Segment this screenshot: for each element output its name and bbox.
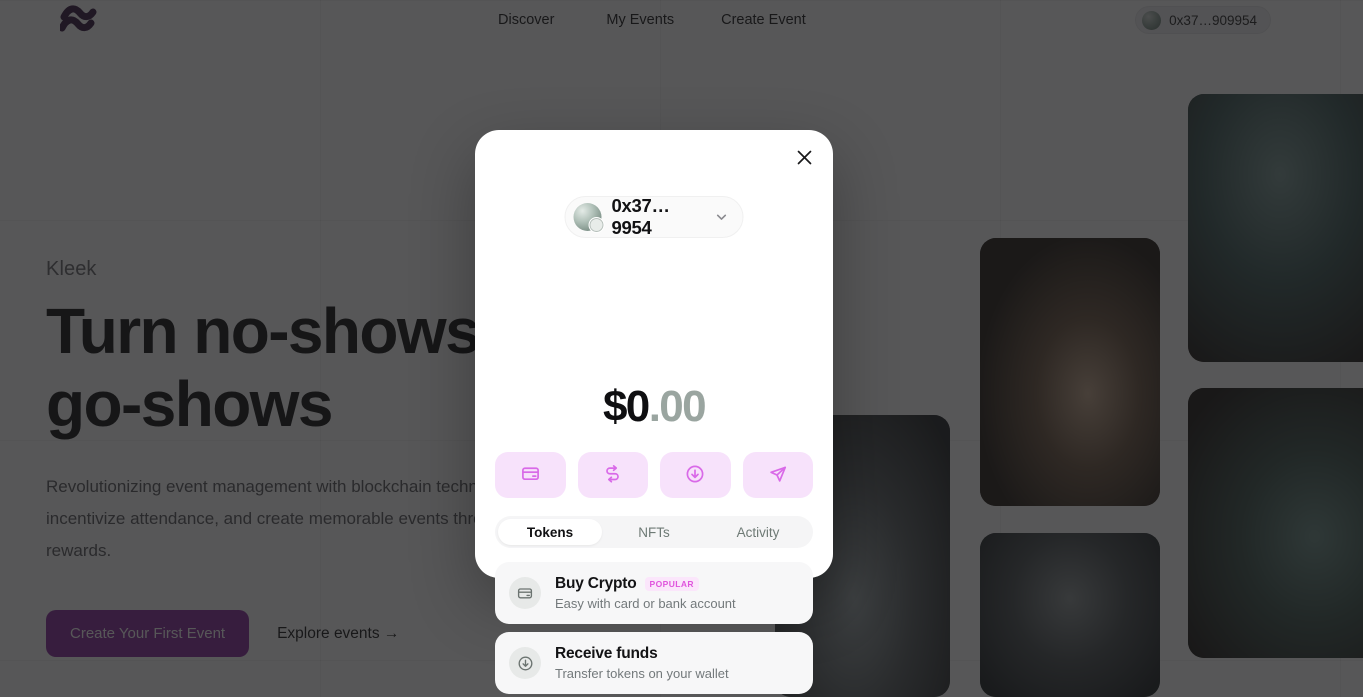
tab-nfts[interactable]: NFTs — [602, 519, 706, 545]
balance-cents: .00 — [648, 382, 707, 431]
quick-actions-row — [495, 452, 813, 498]
buy-action-button[interactable] — [495, 452, 566, 498]
credit-card-icon — [521, 464, 540, 486]
receive-funds-option[interactable]: Receive funds Transfer tokens on your wa… — [495, 632, 813, 694]
account-selector[interactable]: 0x37…9954 — [564, 195, 744, 238]
chevron-down-icon — [715, 210, 729, 224]
account-address: 0x37…9954 — [611, 195, 670, 238]
option-subtitle: Easy with card or bank account — [555, 596, 736, 611]
arrow-down-circle-icon — [509, 647, 541, 679]
swap-arrows-icon — [603, 464, 622, 486]
status-badge: POPULAR — [644, 577, 699, 591]
swap-action-button[interactable] — [577, 452, 648, 498]
credit-card-icon — [509, 577, 541, 609]
wallet-balance: $0.00 — [475, 385, 833, 429]
balance-whole: $0 — [602, 382, 650, 431]
option-title: Receive funds — [555, 645, 658, 662]
paper-plane-icon — [768, 464, 788, 487]
option-title: Buy Crypto — [555, 575, 637, 592]
wallet-tabs: Tokens NFTs Activity — [495, 516, 813, 548]
close-icon[interactable] — [789, 142, 819, 172]
option-subtitle: Transfer tokens on your wallet — [555, 666, 729, 681]
tab-activity[interactable]: Activity — [706, 519, 810, 545]
send-action-button[interactable] — [742, 452, 813, 498]
wallet-modal: 0x37…9954 $0.00 Tokens NFTs Activity Buy… — [475, 130, 833, 694]
wallet-avatar-icon — [573, 203, 605, 233]
funding-options-list: Buy Crypto POPULAR Easy with card or ban… — [495, 562, 813, 694]
tab-tokens[interactable]: Tokens — [498, 519, 602, 545]
receive-action-button[interactable] — [660, 452, 731, 498]
arrow-down-circle-icon — [685, 464, 705, 487]
buy-crypto-option[interactable]: Buy Crypto POPULAR Easy with card or ban… — [495, 562, 813, 624]
